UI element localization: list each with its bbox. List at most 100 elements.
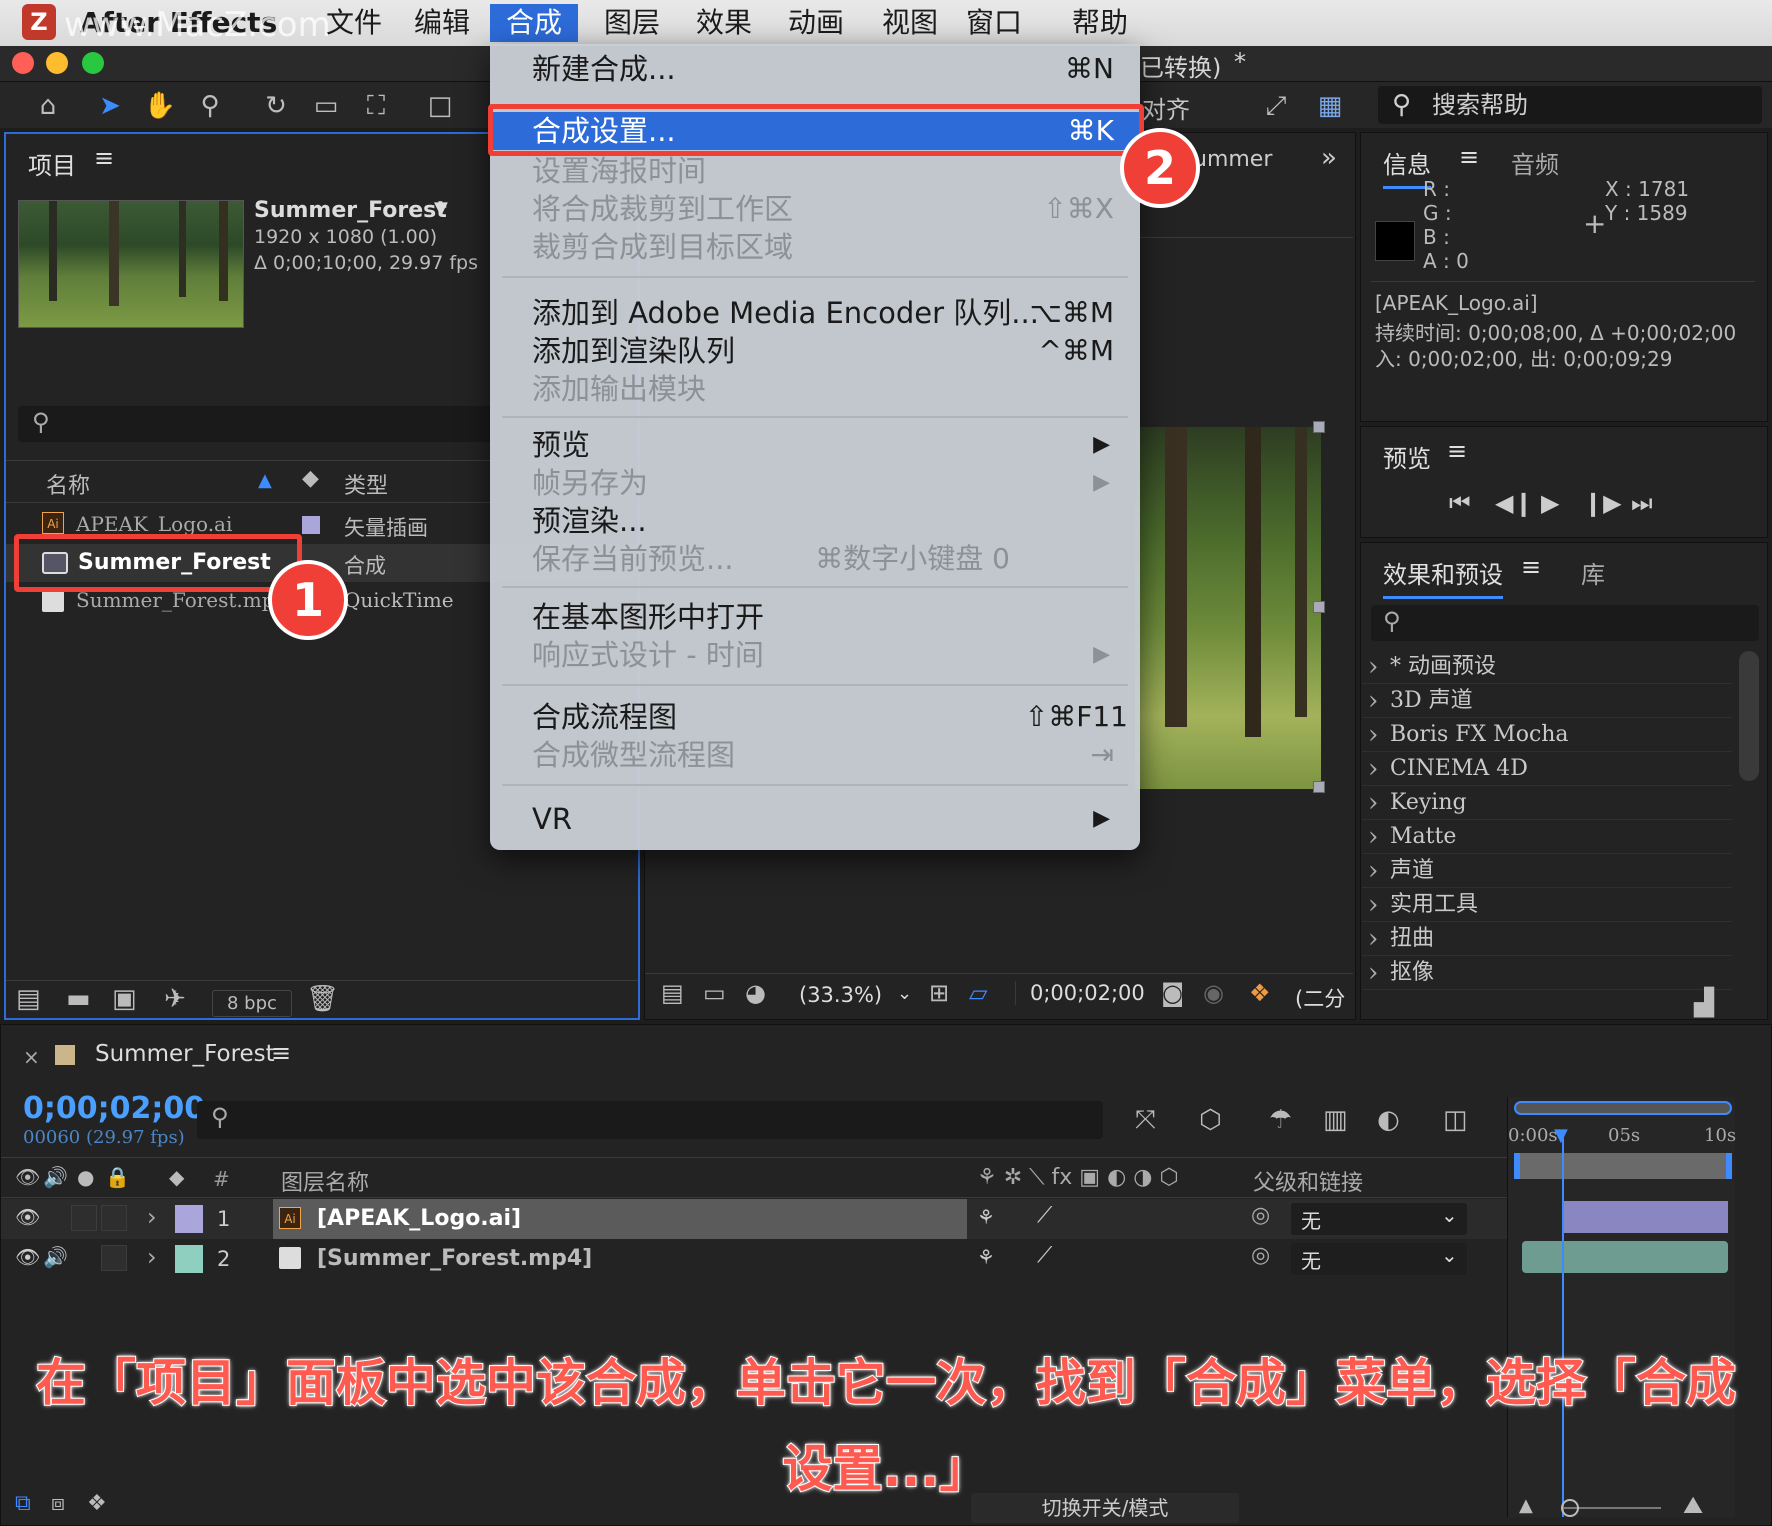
column-parent[interactable]: 父级和链接: [1253, 1165, 1363, 1197]
menu-item-add-output-module[interactable]: 添加输出模块: [490, 370, 1140, 408]
bounding-handle[interactable]: [1313, 781, 1325, 793]
menu-animation[interactable]: 动画: [780, 4, 852, 42]
menu-item-responsive-design[interactable]: 响应式设计 - 时间 ▶: [490, 636, 1140, 674]
trash-icon[interactable]: 🗑: [306, 984, 339, 1014]
parent-select[interactable]: 无 ⌄: [1291, 1203, 1467, 1235]
last-frame-icon[interactable]: ⏭: [1631, 489, 1653, 517]
menu-layer[interactable]: 图层: [596, 4, 668, 42]
shy-layers-icon[interactable]: ☂: [1269, 1105, 1292, 1135]
rotate-tool-icon[interactable]: ↻: [256, 86, 296, 126]
close-window-button[interactable]: [12, 52, 34, 74]
column-name[interactable]: 名称: [46, 468, 90, 500]
menu-view[interactable]: 视图: [874, 4, 946, 42]
region-of-interest-icon[interactable]: ▱: [969, 979, 987, 1007]
panel-menu-icon[interactable]: ≡: [1521, 553, 1541, 581]
workspace-icon[interactable]: ▦: [1310, 86, 1350, 126]
video-visibility-icon[interactable]: 👁: [15, 1165, 40, 1189]
effect-category[interactable]: 扭曲: [1362, 922, 1732, 956]
first-frame-icon[interactable]: ⏮: [1449, 489, 1471, 517]
label-swatch[interactable]: [175, 1245, 203, 1273]
menu-item-new-composition[interactable]: 新建合成... ⌘N: [490, 50, 1140, 88]
effect-category[interactable]: 实用工具: [1362, 888, 1732, 922]
motion-blur-icon[interactable]: ◐: [1377, 1105, 1400, 1135]
layer-bar[interactable]: [1522, 1241, 1728, 1273]
zoom-tool-icon[interactable]: ⚲: [190, 86, 230, 126]
panel-menu-icon[interactable]: ≡: [271, 1039, 291, 1067]
current-time-display[interactable]: 0;00;02;00: [1015, 981, 1145, 1005]
sort-up-icon[interactable]: ▲: [258, 470, 272, 491]
scrollbar[interactable]: [1739, 651, 1759, 781]
label-swatch[interactable]: [302, 516, 320, 534]
snapping-icon[interactable]: ⤢: [1256, 86, 1296, 126]
expand-chevron-icon[interactable]: ›: [147, 1203, 157, 1231]
selection-tool-icon[interactable]: ➤: [90, 86, 130, 126]
effect-category[interactable]: CINEMA 4D: [1362, 752, 1732, 786]
menu-item-open-essential-graphics[interactable]: 在基本图形中打开: [490, 598, 1140, 636]
menu-item-pre-render[interactable]: 预渲染...: [490, 502, 1140, 540]
panel-menu-icon[interactable]: ≡: [1447, 437, 1467, 465]
menu-item-add-to-render-queue[interactable]: 添加到渲染队列 ^⌘M: [490, 332, 1140, 370]
menu-item-save-current-preview[interactable]: 保存当前预览... ⌘数字小键盘 0: [490, 540, 1140, 578]
viewer-tab[interactable]: ummer: [1193, 147, 1272, 172]
next-frame-icon[interactable]: ❙▶: [1583, 489, 1622, 517]
play-icon[interactable]: ▶: [1541, 489, 1559, 517]
menu-item-mini-flowchart[interactable]: 合成微型流程图 ⇥: [490, 736, 1140, 774]
mask-icon[interactable]: ◕: [745, 979, 766, 1007]
bounding-handle[interactable]: [1313, 421, 1325, 433]
channel-rgb-icon[interactable]: ❖: [1249, 979, 1271, 1007]
playhead-icon[interactable]: ▼: [1554, 1125, 1568, 1146]
comp-name[interactable]: Summer_Forest: [254, 198, 447, 223]
work-area-bar[interactable]: [1514, 1101, 1732, 1115]
snapshot-icon[interactable]: ◙: [1161, 979, 1184, 1007]
menu-item-crop-to-region[interactable]: 裁剪合成到目标区域: [490, 228, 1140, 266]
panel-menu-icon[interactable]: ≡: [1459, 143, 1479, 171]
table-row[interactable]: 👁 🔊 › 2 [Summer_Forest.mp4] ⚘ ⟋ ◎ 无 ⌄: [1, 1239, 1511, 1279]
interpret-footage-icon[interactable]: ▤: [16, 984, 41, 1014]
tab-audio[interactable]: 音频: [1511, 145, 1559, 180]
effect-category[interactable]: 3D 声道: [1362, 684, 1732, 718]
menu-effect[interactable]: 效果: [688, 4, 760, 42]
zoom-window-button[interactable]: [82, 52, 104, 74]
menu-edit[interactable]: 编辑: [406, 4, 478, 42]
dependencies-icon[interactable]: ✈: [164, 984, 186, 1014]
minimize-window-button[interactable]: [46, 52, 68, 74]
menu-item-vr[interactable]: VR ▶: [490, 800, 1140, 838]
audio-icon[interactable]: 🔊: [43, 1165, 68, 1189]
eye-icon[interactable]: 👁: [15, 1205, 40, 1229]
project-panel-title[interactable]: 项目: [28, 146, 76, 181]
draft-3d-icon[interactable]: ⬡: [1199, 1105, 1222, 1135]
timeline-search-input[interactable]: ⚲: [197, 1101, 1103, 1139]
menu-file[interactable]: 文件: [318, 4, 390, 42]
camera-tool-icon[interactable]: ▭: [306, 86, 346, 126]
work-area-range[interactable]: [1514, 1153, 1732, 1179]
timeline-tab[interactable]: Summer_Forest: [95, 1041, 275, 1067]
bit-depth-button[interactable]: 8 bpc: [212, 990, 292, 1017]
menu-item-preview[interactable]: 预览 ▶: [490, 426, 1140, 464]
pickwhip-icon[interactable]: ◎: [1251, 1203, 1270, 1228]
menu-item-trim-to-work-area[interactable]: 将合成裁剪到工作区 ⇧⌘X: [490, 190, 1140, 228]
column-type[interactable]: 类型: [344, 468, 388, 500]
grid-icon[interactable]: ⊞: [929, 979, 949, 1007]
menu-item-composition-flowchart[interactable]: 合成流程图 ⇧⌘F11: [490, 698, 1140, 736]
expand-chevron-icon[interactable]: ›: [147, 1243, 157, 1271]
audio-icon[interactable]: 🔊: [43, 1245, 68, 1269]
hand-tool-icon[interactable]: ✋: [140, 86, 180, 126]
layer-name-field[interactable]: Ai [APEAK_Logo.ai]: [273, 1199, 967, 1239]
menu-item-set-poster-time[interactable]: 设置海报时间: [490, 152, 1140, 190]
panel-menu-icon[interactable]: ≡: [94, 144, 114, 172]
column-layer-name[interactable]: 图层名称: [281, 1165, 369, 1197]
home-icon[interactable]: ⌂: [28, 86, 68, 126]
graph-editor-icon[interactable]: ◫: [1443, 1105, 1468, 1135]
new-composition-icon[interactable]: ▣: [112, 984, 137, 1014]
menu-help[interactable]: 帮助: [1064, 4, 1136, 42]
shy-switch-icon[interactable]: ⚘: [977, 1245, 995, 1269]
menu-item-save-frame-as[interactable]: 帧另存为 ▶: [490, 464, 1140, 502]
timeline-timecode[interactable]: 0;00;02;00: [23, 1091, 205, 1126]
always-preview-icon[interactable]: ▤: [661, 979, 684, 1007]
composition-flowchart-icon[interactable]: ⤧: [1135, 1105, 1156, 1136]
chevron-down-icon[interactable]: ▼: [434, 198, 448, 219]
menu-composition[interactable]: 合成: [490, 4, 579, 42]
zoom-level-select[interactable]: (33.3%): [799, 983, 882, 1007]
monitor-icon[interactable]: ▭: [703, 979, 726, 1007]
quality-switch-icon[interactable]: ⟋: [1037, 1243, 1052, 1268]
